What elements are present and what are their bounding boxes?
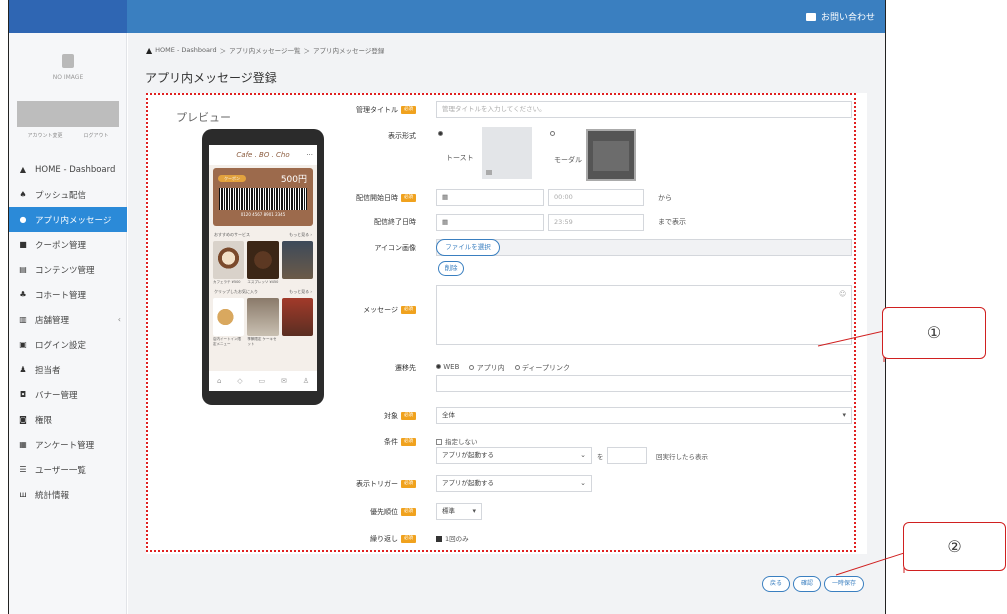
callout-2: ② bbox=[903, 522, 1006, 571]
annotation-lines bbox=[817, 330, 905, 576]
callout-1: ① bbox=[882, 307, 986, 359]
callout-2-pointer bbox=[835, 552, 905, 576]
callout-1-pointer bbox=[817, 330, 885, 362]
